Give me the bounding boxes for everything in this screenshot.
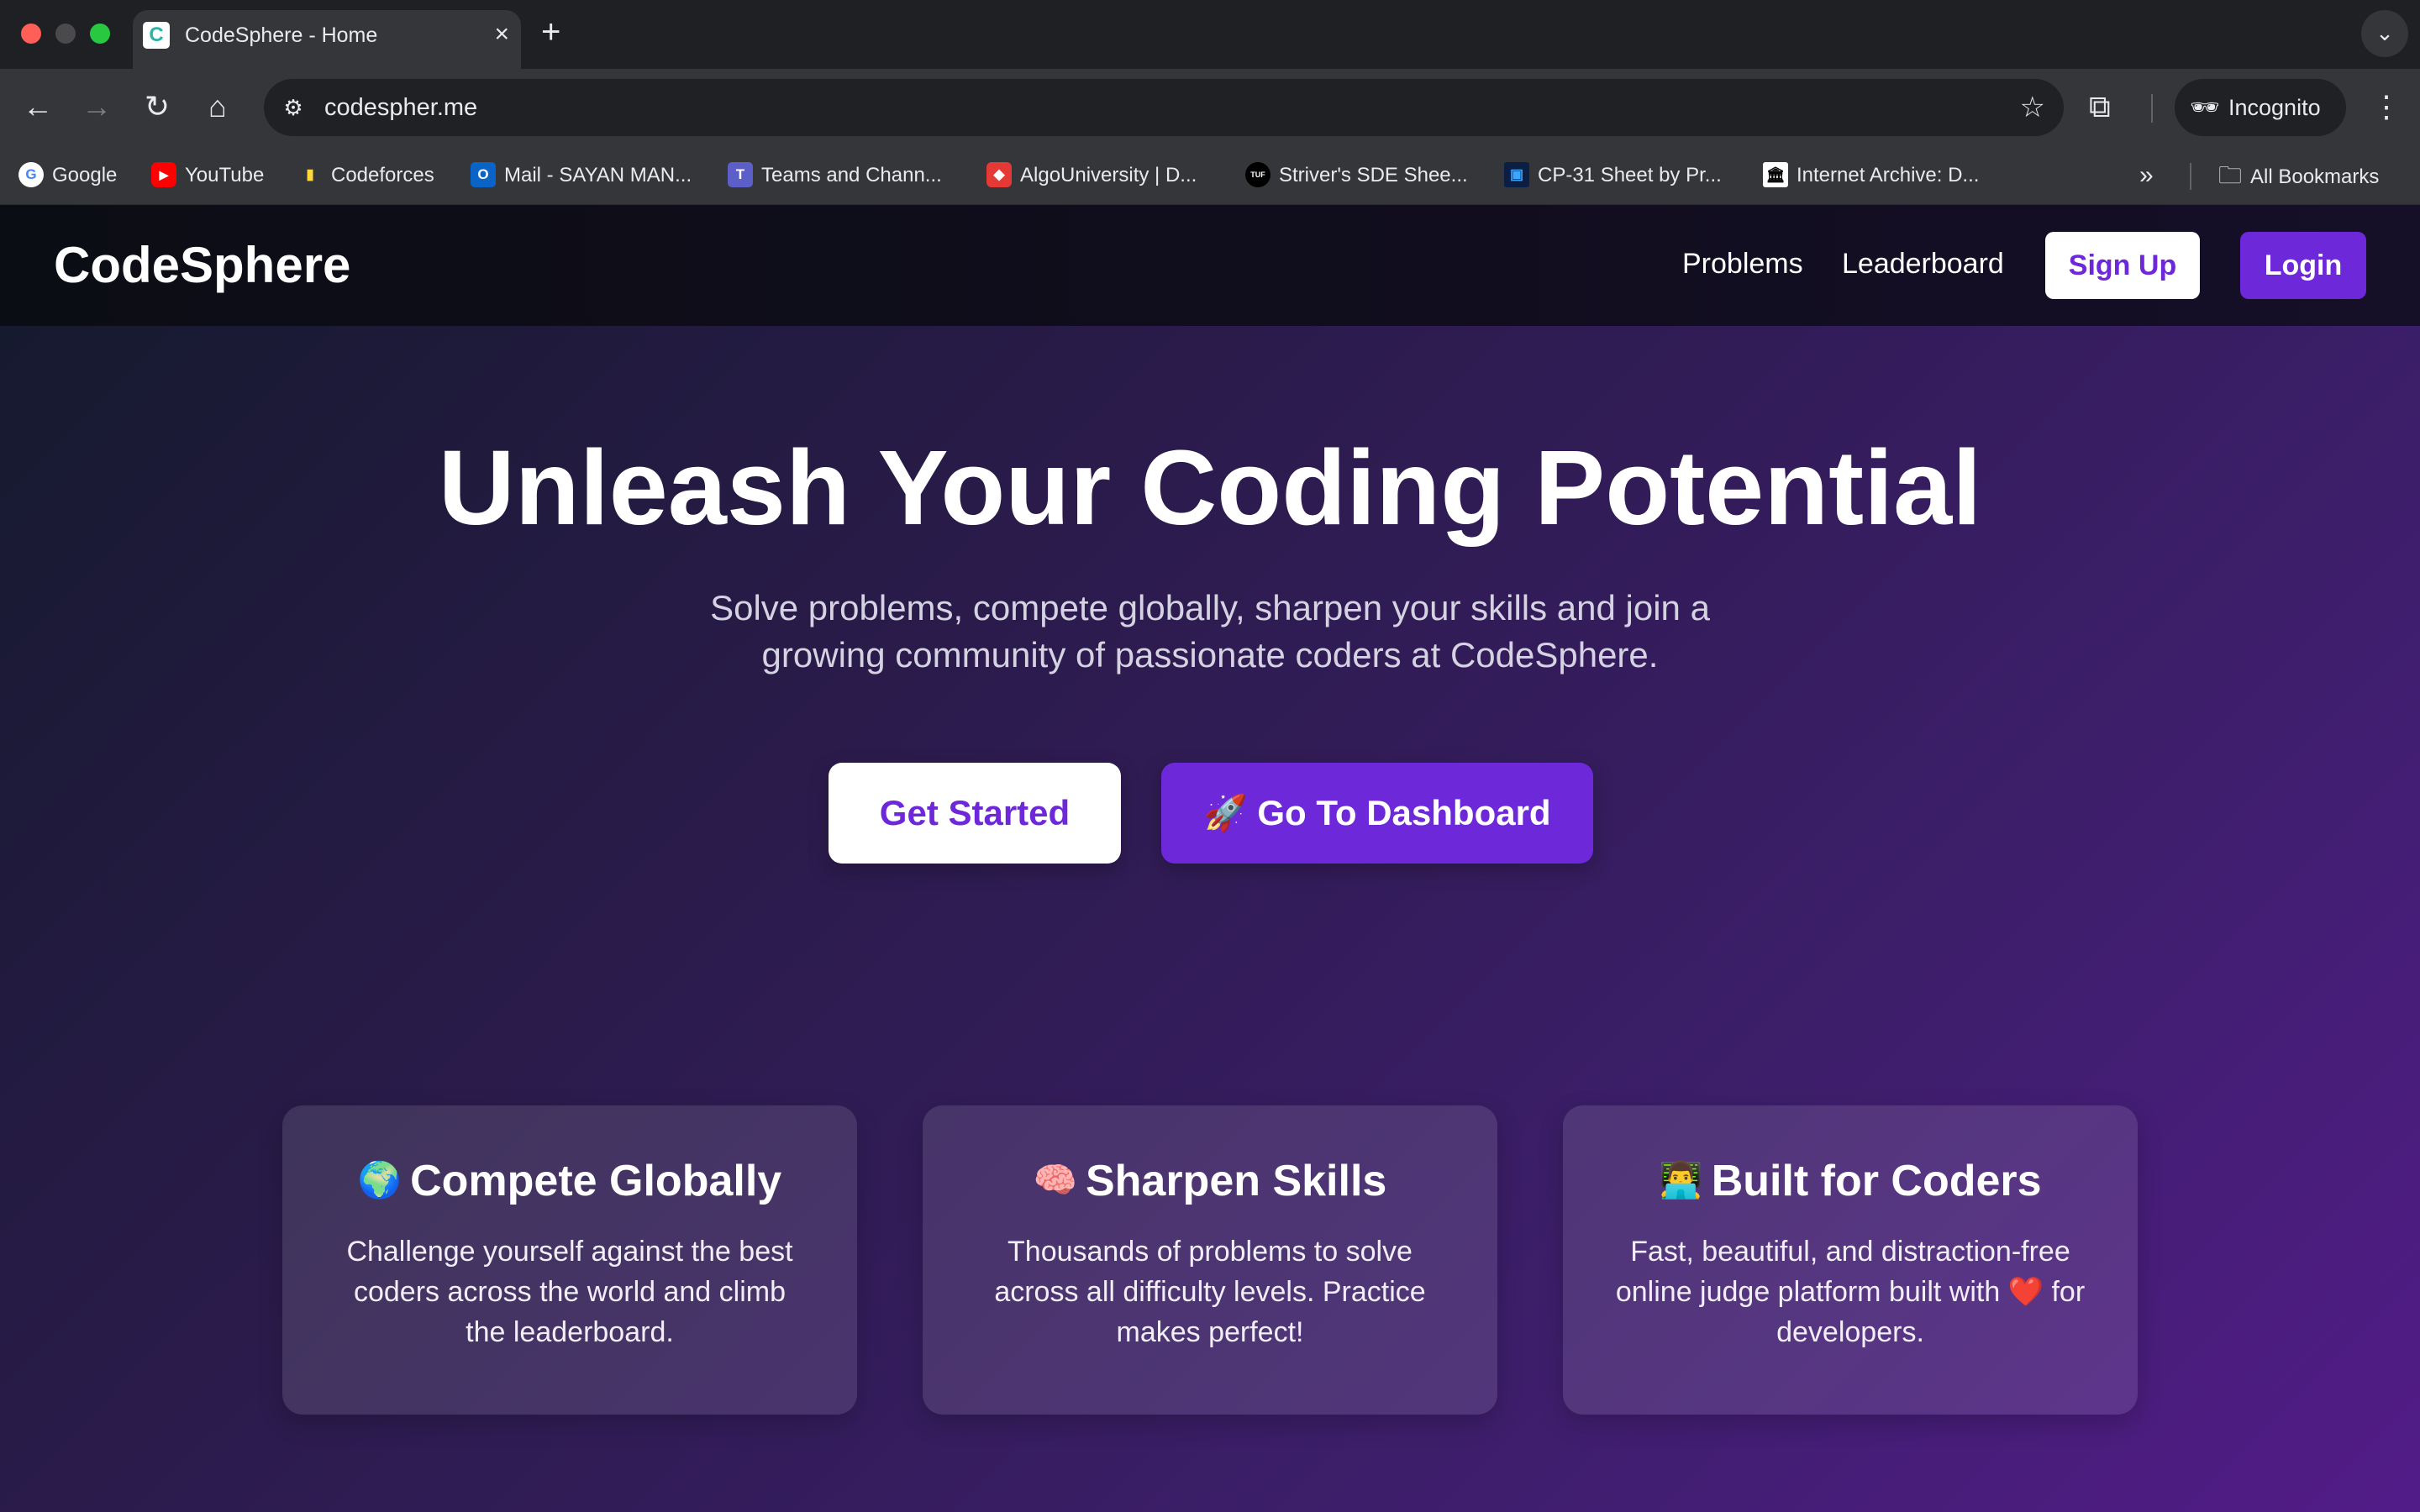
feature-card-skills: 🧠 Sharpen Skills Thousands of problems to… — [923, 1105, 1497, 1415]
folder-icon: 🗀 — [2218, 162, 2243, 188]
teams-icon: T — [728, 161, 753, 187]
feature-description: Thousands of problems to solve across al… — [994, 1236, 1426, 1348]
browser-menu-icon[interactable]: ⋮ — [2371, 86, 2402, 128]
bookmark-label: Mail - SAYAN MAN... — [504, 164, 692, 186]
bookmark-youtube[interactable]: ▶ YouTube — [151, 160, 264, 192]
brain-icon: 🧠 — [1033, 1160, 1077, 1200]
google-icon: G — [18, 161, 44, 187]
internet-archive-icon: 🏛 — [1763, 161, 1788, 187]
site-header: CodeSphere Problems Leaderboard Sign Up … — [0, 205, 2420, 326]
bookmark-google[interactable]: G Google — [18, 160, 117, 192]
bookmarks-bar: G Google ▶ YouTube ▮ Codeforces O Mail - SAY… — [0, 146, 2420, 205]
codeforces-icon: ▮ — [306, 165, 314, 182]
browser-toolbar: ← → ↻ ⌂ ⚙ codespher.me ☆ ⧉ 🕶 Incognito ⋮ — [0, 69, 2420, 146]
bookmark-codeforces[interactable]: ▮ Codeforces — [297, 160, 434, 192]
hero-title: Unleash Your Coding Potential — [438, 428, 1982, 547]
algouniversity-icon: ◆ — [986, 161, 1012, 187]
forward-arrow-icon[interactable]: → — [77, 87, 116, 126]
feature-title-text: Built for Coders — [1711, 1157, 2042, 1205]
tab-title: CodeSphere - Home — [185, 24, 378, 47]
all-bookmarks-label: All Bookmarks — [2250, 165, 2380, 188]
all-bookmarks-button[interactable]: 🗀 All Bookmarks — [2218, 160, 2379, 193]
home-icon[interactable]: ⌂ — [198, 87, 237, 126]
bookmark-label: Striver's SDE Shee... — [1279, 164, 1468, 186]
feature-title-text: Sharpen Skills — [1085, 1157, 1387, 1205]
feature-title-text: Compete Globally — [410, 1157, 782, 1205]
incognito-label: Incognito — [2228, 95, 2321, 120]
bookmarks-divider — [2190, 163, 2191, 190]
reload-icon[interactable]: ↻ — [138, 87, 176, 126]
technologist-icon: 👨‍💻 — [1659, 1160, 1703, 1200]
get-started-button[interactable]: Get Started — [829, 763, 1121, 864]
minimize-window-button[interactable] — [55, 24, 76, 44]
outlook-icon: O — [471, 161, 496, 187]
bookmark-label: Codeforces — [331, 164, 434, 186]
feature-card-coders: 👨‍💻 Built for Coders Fast, beautiful, and… — [1563, 1105, 2138, 1415]
globe-icon: 🌍 — [357, 1160, 402, 1200]
back-arrow-icon[interactable]: ← — [18, 87, 57, 126]
tab-search-button[interactable]: ⌄ — [2361, 10, 2408, 57]
close-tab-icon[interactable]: × — [494, 20, 509, 49]
youtube-icon: ▶ — [151, 161, 176, 187]
bookmark-label: Internet Archive: D... — [1797, 164, 1980, 186]
site-info-icon[interactable]: ⚙ — [277, 92, 309, 123]
feature-description: Challenge yourself against the best code… — [346, 1236, 793, 1348]
nav-leaderboard-link[interactable]: Leaderboard — [1842, 245, 2004, 282]
bookmark-label: YouTube — [185, 164, 265, 186]
hero-subtitle: Solve problems, compete globally, sharpe… — [710, 588, 1710, 675]
extensions-puzzle-icon[interactable]: ⧉ — [2089, 86, 2111, 128]
nav-problems-link[interactable]: Problems — [1682, 245, 1803, 282]
feature-card-compete: 🌍 Compete Globally Challenge yourself aga… — [282, 1105, 857, 1415]
incognito-indicator[interactable]: 🕶 Incognito — [2175, 79, 2346, 136]
toolbar-divider — [2151, 94, 2153, 123]
new-tab-button[interactable]: + — [541, 13, 560, 50]
incognito-icon: 🕶 — [2190, 94, 2220, 120]
feature-title: 🧠 Sharpen Skills — [923, 1154, 1497, 1210]
active-tab[interactable]: C CodeSphere - Home × — [133, 10, 521, 69]
bookmark-cp31[interactable]: ▣ CP-31 Sheet by Pr... — [1504, 160, 1722, 192]
tab-strip: C CodeSphere - Home × + ⌄ — [0, 0, 2420, 69]
bookmark-label: AlgoUniversity | D... — [1020, 164, 1197, 186]
page-content: CodeSphere Problems Leaderboard Sign Up … — [0, 205, 2420, 1512]
bookmark-label: Teams and Chann... — [761, 164, 942, 186]
bookmarks-overflow-icon[interactable]: » — [2139, 160, 2154, 192]
bookmark-label: CP-31 Sheet by Pr... — [1538, 164, 1722, 186]
login-button[interactable]: Login — [2240, 232, 2366, 299]
bookmark-teams[interactable]: T Teams and Chann... — [728, 160, 942, 192]
signup-button[interactable]: Sign Up — [2045, 232, 2200, 299]
feature-title: 🌍 Compete Globally — [282, 1154, 857, 1210]
maximize-window-button[interactable] — [90, 24, 110, 44]
bookmark-algouniversity[interactable]: ◆ AlgoUniversity | D... — [986, 160, 1197, 192]
brand-logo[interactable]: CodeSphere — [54, 235, 350, 296]
url-text[interactable]: codespher.me — [324, 92, 477, 123]
address-bar[interactable]: ⚙ codespher.me ☆ — [264, 79, 2064, 136]
feature-title: 👨‍💻 Built for Coders — [1563, 1154, 2138, 1210]
feature-description: Fast, beautiful, and distraction-free on… — [1615, 1236, 2086, 1348]
go-to-dashboard-button[interactable]: 🚀 Go To Dashboard — [1161, 763, 1593, 864]
tuf-icon: TUF — [1245, 161, 1270, 187]
codesphere-favicon-icon: C — [143, 22, 170, 49]
cp31-icon: ▣ — [1504, 161, 1529, 187]
bookmark-internet-archive[interactable]: 🏛 Internet Archive: D... — [1763, 160, 1979, 192]
bookmark-star-icon[interactable]: ☆ — [2020, 91, 2045, 124]
bookmark-label: Google — [52, 164, 118, 186]
bookmark-mail[interactable]: O Mail - SAYAN MAN... — [471, 160, 692, 192]
bookmark-striver[interactable]: TUF Striver's SDE Shee... — [1245, 160, 1468, 192]
close-window-button[interactable] — [21, 24, 41, 44]
